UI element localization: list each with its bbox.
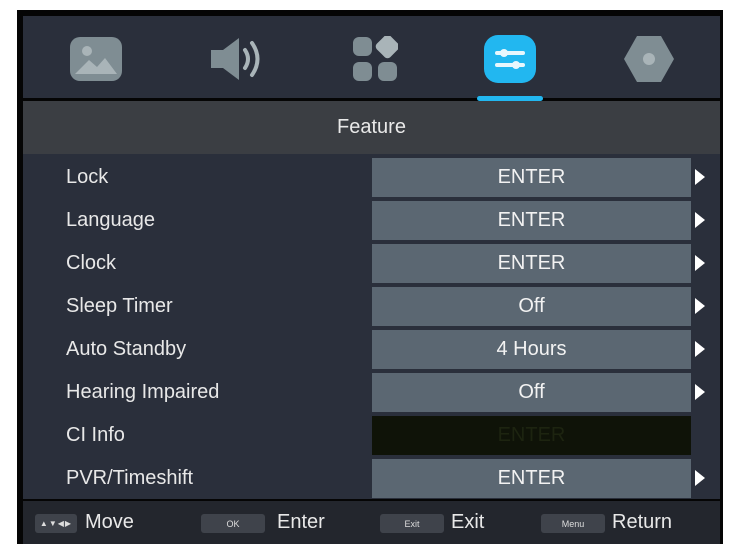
exit-hint-label: Exit <box>451 511 485 533</box>
picture-icon <box>70 37 122 81</box>
enter-hint-label: Enter <box>277 511 325 533</box>
row-label: Lock <box>66 166 109 188</box>
sound-icon <box>211 38 260 80</box>
row-value-button-disabled: ENTER <box>372 416 691 455</box>
arrow-right-icon <box>695 298 705 314</box>
row-label: PVR/Timeshift <box>66 467 194 489</box>
row-label: Hearing Impaired <box>66 381 220 403</box>
row-value-button[interactable]: Off <box>372 373 691 412</box>
menu-key-icon: Menu <box>541 514 605 533</box>
page-title: Feature <box>337 116 406 138</box>
row-label: Sleep Timer <box>66 295 173 317</box>
navigation-keys-icon: ▲▼◀▶ <box>35 514 77 533</box>
arrow-right-icon <box>695 255 705 271</box>
setup-icon <box>624 36 674 82</box>
row-label: CI Info <box>66 424 125 446</box>
row-label: Clock <box>66 252 117 274</box>
page-title-bar: Feature <box>23 101 720 154</box>
row-value-button[interactable]: 4 Hours <box>372 330 691 369</box>
arrow-right-icon <box>695 212 705 228</box>
tab-channel[interactable] <box>347 31 403 87</box>
menu-row-auto-standby[interactable]: Auto Standby 4 Hours <box>23 328 720 371</box>
menu-row-lock[interactable]: Lock ENTER <box>23 156 720 199</box>
return-hint-label: Return <box>612 511 673 533</box>
row-value-button[interactable]: ENTER <box>372 201 691 240</box>
arrow-right-icon <box>695 341 705 357</box>
arrow-right-icon <box>695 384 705 400</box>
menu-row-language[interactable]: Language ENTER <box>23 199 720 242</box>
row-value-button[interactable]: ENTER <box>372 459 691 498</box>
arrow-right-icon <box>695 470 705 486</box>
menu-row-hearing-impaired[interactable]: Hearing Impaired Off <box>23 371 720 414</box>
feature-icon <box>484 35 536 83</box>
row-label: Language <box>66 209 155 231</box>
menu-row-pvr-timeshift[interactable]: PVR/Timeshift ENTER <box>23 457 720 500</box>
exit-key-icon: Exit <box>380 514 444 533</box>
ok-key-icon: OK <box>201 514 265 533</box>
row-value-button[interactable]: Off <box>372 287 691 326</box>
tab-picture[interactable] <box>68 31 124 87</box>
row-value-button[interactable]: ENTER <box>372 158 691 197</box>
arrow-right-icon <box>695 169 705 185</box>
tab-setup[interactable] <box>621 31 677 87</box>
menu-row-sleep-timer[interactable]: Sleep Timer Off <box>23 285 720 328</box>
menu-row-ci-info: CI Info ENTER <box>23 414 720 457</box>
menu-tab-bar <box>23 16 720 101</box>
tab-feature[interactable] <box>482 31 538 87</box>
row-value-button[interactable]: ENTER <box>372 244 691 283</box>
move-hint-label: Move <box>85 511 134 533</box>
tab-sound[interactable] <box>209 31 265 87</box>
menu-row-clock[interactable]: Clock ENTER <box>23 242 720 285</box>
row-label: Auto Standby <box>66 338 187 360</box>
footer-hint-bar: ▲▼◀▶ Move OK Enter Exit Exit Menu Return <box>23 501 720 544</box>
feature-menu-list: Lock ENTER Language ENTER Clock ENTER Sl… <box>23 154 720 499</box>
channel-icon <box>353 36 398 81</box>
